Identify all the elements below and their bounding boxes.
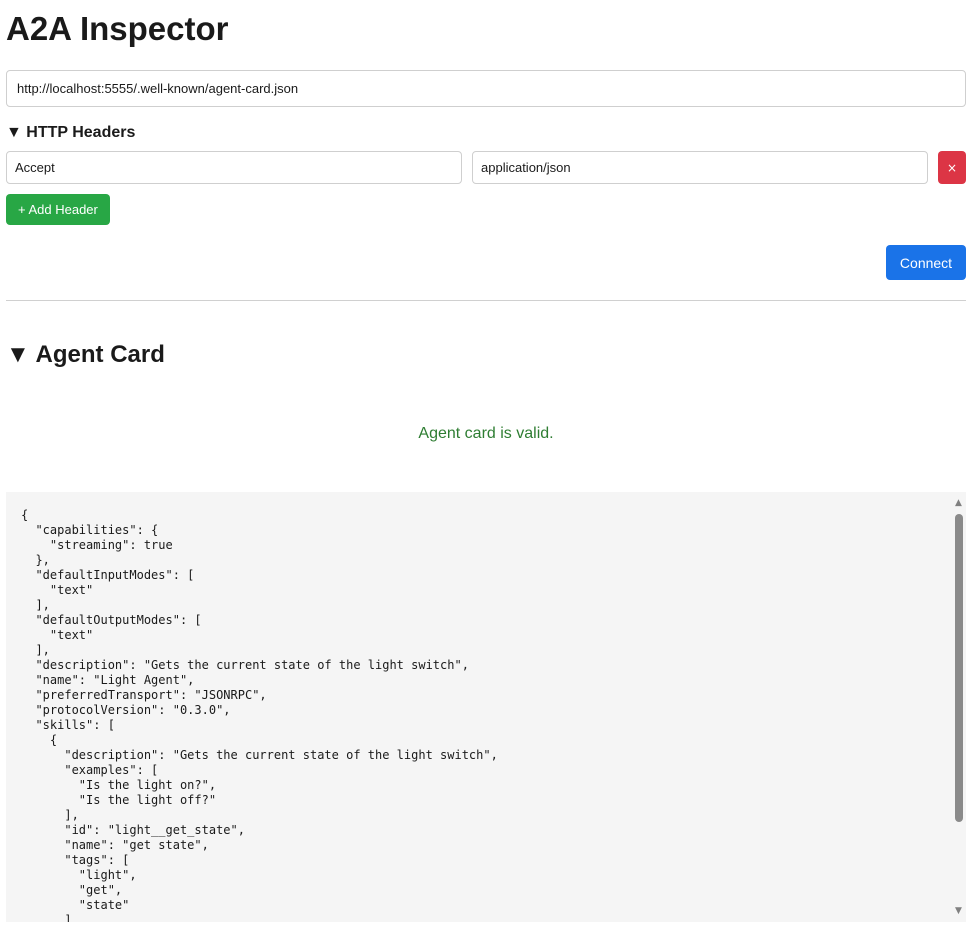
section-divider — [6, 300, 966, 301]
add-header-button[interactable]: + Add Header — [6, 194, 110, 225]
json-line: "capabilities": { — [35, 523, 159, 537]
json-line: ] — [64, 913, 72, 922]
json-line: "Is the light on?", — [78, 778, 217, 792]
remove-header-button[interactable]: × — [938, 151, 966, 184]
json-line: "preferredTransport": "JSONRPC", — [35, 688, 267, 702]
json-line: "examples": [ — [64, 763, 159, 777]
json-line: "state" — [78, 898, 130, 912]
json-line: "get", — [78, 883, 123, 897]
json-line: "tags": [ — [64, 853, 130, 867]
json-line: ], — [35, 598, 50, 612]
scroll-up-icon[interactable]: ▲ — [951, 496, 966, 510]
json-line: "Is the light off?" — [78, 793, 217, 807]
json-line: { — [49, 733, 58, 747]
json-line: "text" — [49, 583, 94, 597]
json-line: "description": "Gets the current state o… — [64, 748, 498, 762]
scroll-down-icon[interactable]: ▼ — [951, 904, 966, 918]
json-line: "name": "Light Agent", — [35, 673, 195, 687]
header-row: × — [6, 151, 966, 184]
json-line: "name": "get state", — [64, 838, 209, 852]
json-line: "light", — [78, 868, 137, 882]
json-line: "defaultInputModes": [ — [35, 568, 195, 582]
validation-status: Agent card is valid. — [418, 425, 554, 442]
json-line: "skills": [ — [35, 718, 115, 732]
http-headers-toggle[interactable]: ▼ HTTP Headers — [6, 122, 135, 144]
page-title: A2A Inspector — [6, 10, 229, 47]
json-scrollbar[interactable]: ▲ ▼ — [951, 492, 966, 922]
connect-button[interactable]: Connect — [886, 245, 966, 280]
json-line: { — [21, 508, 29, 522]
close-icon: × — [946, 160, 958, 175]
json-line: "id": "light__get_state", — [64, 823, 245, 837]
agent-card-json-panel[interactable]: { "capabilities": { "streaming": true },… — [6, 492, 966, 922]
json-line: "defaultOutputModes": [ — [35, 613, 202, 627]
json-line: }, — [35, 553, 50, 567]
json-line: "description": "Gets the current state o… — [35, 658, 469, 672]
agent-card-json: { "capabilities": { "streaming": true },… — [6, 492, 946, 922]
json-line: "text" — [49, 628, 94, 642]
json-line: ], — [64, 808, 79, 822]
json-line: "protocolVersion": "0.3.0", — [35, 703, 231, 717]
scroll-thumb[interactable] — [955, 514, 963, 822]
json-line: "streaming": true — [49, 538, 173, 552]
header-name-input[interactable] — [6, 151, 462, 184]
header-value-input[interactable] — [472, 151, 928, 184]
agent-card-url-input[interactable] — [6, 70, 966, 107]
json-line: ], — [35, 643, 50, 657]
agent-card-toggle[interactable]: ▼ Agent Card — [6, 340, 165, 370]
